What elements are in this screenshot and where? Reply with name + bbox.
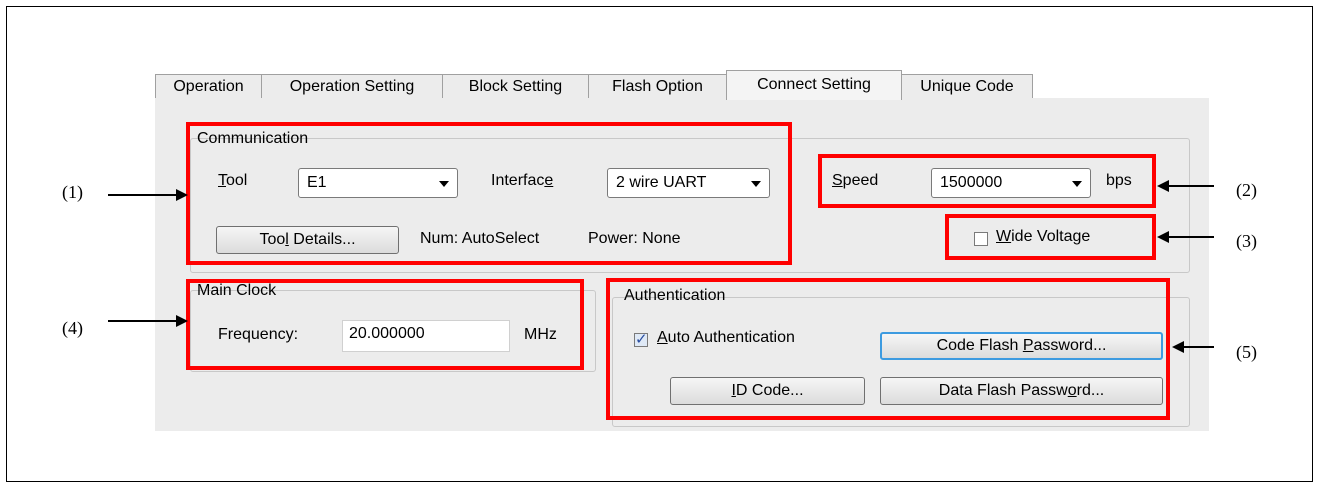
arrow-3-line [1168, 236, 1214, 238]
tab-operation-setting[interactable]: Operation Setting [261, 74, 443, 99]
arrow-right-icon [176, 189, 188, 201]
arrow-left-icon [1172, 341, 1184, 353]
arrow-right-icon [176, 315, 188, 327]
tab-operation[interactable]: Operation [155, 74, 262, 99]
callout-2: (2) [1236, 180, 1257, 200]
arrow-left-icon [1157, 180, 1169, 192]
highlight-box-5 [606, 278, 1170, 420]
callout-4: (4) [62, 318, 83, 338]
tab-block-setting[interactable]: Block Setting [442, 74, 589, 99]
highlight-box-3 [945, 214, 1156, 260]
callout-3: (3) [1236, 231, 1257, 251]
tab-flash-option[interactable]: Flash Option [588, 74, 727, 99]
highlight-box-1 [186, 122, 792, 265]
callout-1: (1) [62, 182, 83, 202]
tab-bar: Operation Operation Setting Block Settin… [155, 70, 1209, 100]
arrow-5-line [1183, 346, 1214, 348]
arrow-4-line [108, 320, 178, 322]
callout-5: (5) [1236, 342, 1257, 362]
highlight-box-2 [818, 154, 1156, 208]
tab-connect-setting[interactable]: Connect Setting [726, 70, 902, 100]
tab-unique-code[interactable]: Unique Code [901, 74, 1033, 99]
arrow-2-line [1168, 185, 1214, 187]
highlight-box-4 [186, 279, 584, 370]
arrow-1-line [108, 194, 178, 196]
arrow-left-icon [1157, 231, 1169, 243]
